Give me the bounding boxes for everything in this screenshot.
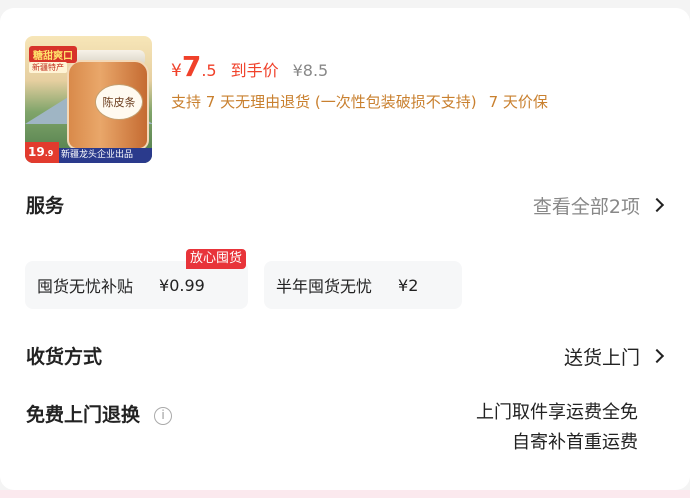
- return-policy: 支持 7 天无理由退货 (一次性包装破损不支持): [171, 93, 477, 111]
- image-price: 19.9: [25, 142, 59, 163]
- image-badge: 糖甜爽口: [29, 46, 77, 63]
- services-title: 服务: [26, 195, 65, 217]
- free-return-title: 免费上门退换 i: [26, 400, 173, 427]
- free-return-label: 免费上门退换: [26, 404, 141, 426]
- free-return-line-1: 上门取件享运费全免: [476, 402, 638, 423]
- view-all-services[interactable]: 查看全部2项: [532, 191, 665, 219]
- image-price-decimal: .9: [44, 149, 54, 158]
- delivery-value: 送货上门: [563, 346, 640, 369]
- original-price: ¥8.5: [292, 61, 329, 80]
- jar-label: 陈皮条: [95, 84, 143, 120]
- service-label: 囤货无忧补贴: [37, 277, 134, 296]
- info-icon[interactable]: i: [154, 406, 173, 425]
- view-all-label: 查看全部2项: [532, 195, 640, 218]
- price-label: 到手价: [230, 61, 279, 80]
- chevron-right-icon: [649, 197, 665, 213]
- price-protection: 7 天价保: [488, 93, 548, 111]
- delivery-title: 收货方式: [26, 346, 103, 368]
- price-symbol: ¥: [171, 61, 182, 81]
- product-image[interactable]: 陈皮条 糖甜爽口 新疆特产 19.9 新疆龙头企业出品: [25, 36, 152, 163]
- price-row: ¥ 7 .5 到手价 ¥8.5: [171, 50, 329, 83]
- price-integer: 7: [181, 50, 202, 83]
- service-price: ¥0.99: [159, 275, 205, 295]
- policy-line[interactable]: 支持 7 天无理由退货 (一次性包装破损不支持) 7 天价保: [171, 91, 548, 112]
- service-label: 半年囤货无忧: [276, 277, 373, 296]
- price-decimal: .5: [201, 61, 217, 80]
- chevron-right-icon: [649, 348, 665, 364]
- image-subbadge: 新疆特产: [29, 62, 67, 73]
- free-return-line-2: 自寄补首重运费: [512, 432, 638, 453]
- service-option-2[interactable]: 半年囤货无忧 ¥2: [264, 261, 462, 309]
- delivery-method[interactable]: 送货上门: [563, 342, 665, 370]
- bottom-strip: [0, 490, 690, 498]
- service-tag: 放心囤货: [186, 249, 247, 269]
- image-price-integer: 19: [28, 145, 45, 159]
- image-strip: 新疆龙头企业出品: [59, 148, 152, 163]
- service-price: ¥2: [398, 275, 419, 295]
